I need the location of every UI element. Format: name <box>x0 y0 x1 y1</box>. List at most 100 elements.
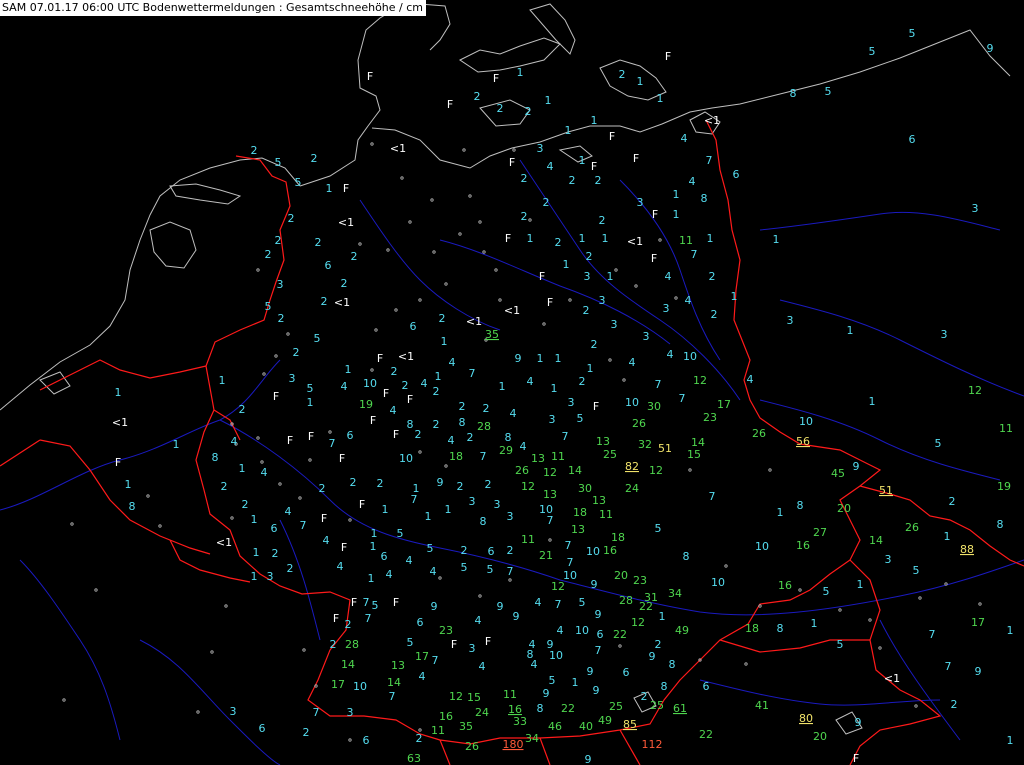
station-value: 2 <box>341 277 348 290</box>
station-value: 18 <box>611 531 625 544</box>
station-value: 13 <box>571 523 585 536</box>
station-value: 1 <box>370 540 377 553</box>
station-value: 1 <box>944 530 951 543</box>
station-value: 26 <box>905 521 919 534</box>
station-value: 2 <box>485 478 492 491</box>
station-flag: F <box>451 638 457 651</box>
station-dot <box>432 250 436 254</box>
station-value: 3 <box>347 706 354 719</box>
station-value: 19 <box>359 398 373 411</box>
station-dot <box>608 358 612 362</box>
station-value: 5 <box>869 45 876 58</box>
station-value: 9 <box>593 684 600 697</box>
station-flag: F <box>383 387 389 400</box>
station-value: 3 <box>549 413 556 426</box>
station-value: 4 <box>629 356 636 369</box>
station-dot <box>634 284 638 288</box>
station-dot <box>688 468 692 472</box>
station-dot <box>274 354 278 358</box>
station-flag: F <box>407 393 413 406</box>
station-dot <box>478 594 482 598</box>
station-value: 22 <box>699 728 713 741</box>
station-dot <box>798 588 802 592</box>
station-dot <box>62 698 66 702</box>
station-value: 2 <box>319 482 326 495</box>
station-value: 10 <box>575 624 589 637</box>
station-value: 12 <box>551 580 565 593</box>
station-flag: F <box>505 232 511 245</box>
station-dot <box>370 368 374 372</box>
station-value: 19 <box>997 480 1011 493</box>
station-value: 56 <box>796 435 810 448</box>
station-value: 7 <box>555 598 562 611</box>
basemap: FF2F 12 21F211131F5598 5<14 625 2<15 1 FF24212F… <box>0 3 1024 765</box>
station-dot <box>408 220 412 224</box>
station-value: 9 <box>975 665 982 678</box>
station-dot <box>568 298 572 302</box>
station-value: 3 <box>469 495 476 508</box>
station-value: 27 <box>813 526 827 539</box>
station-value: 10 <box>399 452 413 465</box>
station-value: 12 <box>449 690 463 703</box>
station-dot <box>278 482 282 486</box>
station-value: 41 <box>755 699 769 712</box>
station-flag: F <box>547 296 553 309</box>
station-value: 4 <box>547 160 554 173</box>
station-value: 1 <box>1007 734 1014 747</box>
station-dot <box>70 522 74 526</box>
station-dot <box>146 494 150 498</box>
station-value: 1 <box>537 352 544 365</box>
station-dot <box>758 604 762 608</box>
station-value: 21 <box>539 549 553 562</box>
station-value: 22 <box>639 600 653 613</box>
station-value: 2 <box>655 638 662 651</box>
station-value: 24 <box>475 706 489 719</box>
station-value: 3 <box>643 330 650 343</box>
station-dot <box>868 618 872 622</box>
station-value: 4 <box>479 660 486 673</box>
station-dot <box>878 646 882 650</box>
station-value: 7 <box>469 367 476 380</box>
station-value: 4 <box>421 377 428 390</box>
station-value: 7 <box>655 378 662 391</box>
station-dot <box>458 232 462 236</box>
station-flag: F <box>447 98 453 111</box>
station-value: 3 <box>599 294 606 307</box>
station-dot <box>482 250 486 254</box>
station-value: 10 <box>363 377 377 390</box>
station-value: 2 <box>242 498 249 511</box>
station-value: 2 <box>221 480 228 493</box>
station-value: 23 <box>439 624 453 637</box>
station-dot <box>196 710 200 714</box>
station-value: 9 <box>543 687 550 700</box>
station-value: 2 <box>457 480 464 493</box>
station-flag: <1 <box>398 350 414 363</box>
station-flag: F <box>308 430 314 443</box>
station-value: 2 <box>483 402 490 415</box>
station-value: 10 <box>683 350 697 363</box>
station-flag: F <box>343 182 349 195</box>
station-value: 2 <box>951 698 958 711</box>
station-value: 2 <box>709 270 716 283</box>
station-value: 40 <box>579 720 593 733</box>
station-value: 112 <box>642 738 663 751</box>
station-value: 18 <box>449 450 463 463</box>
station-value: 3 <box>584 270 591 283</box>
station-value: 5 <box>397 527 404 540</box>
station-value: 2 <box>251 144 258 157</box>
station-value: 10 <box>799 415 813 428</box>
station-dot <box>302 648 306 652</box>
station-value: 7 <box>706 154 713 167</box>
station-value: 9 <box>855 716 862 729</box>
station-value: 26 <box>632 417 646 430</box>
station-value: 3 <box>611 318 618 331</box>
station-value: 12 <box>968 384 982 397</box>
station-value: 2 <box>433 418 440 431</box>
station-value: 8 <box>212 451 219 464</box>
station-value: 9 <box>437 476 444 489</box>
station-value: 2 <box>543 196 550 209</box>
station-value: 6 <box>703 680 710 693</box>
station-value: 11 <box>599 508 613 521</box>
station-value: 1 <box>657 92 664 105</box>
station-dot <box>94 588 98 592</box>
